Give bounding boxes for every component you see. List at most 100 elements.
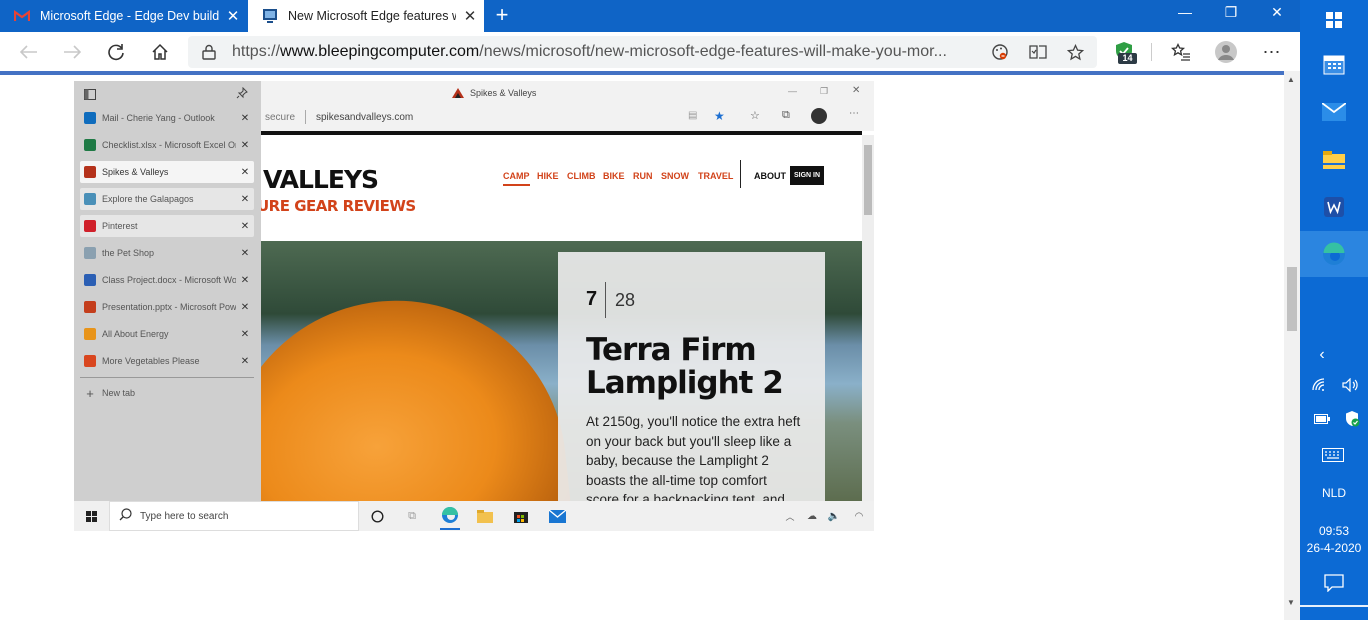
lock-icon[interactable] bbox=[202, 44, 216, 65]
vertical-tab-close-icon: ✕ bbox=[240, 301, 250, 313]
vertical-tab-close-icon: ✕ bbox=[240, 112, 250, 124]
chevron-left-icon[interactable]: ‹ bbox=[1300, 346, 1344, 364]
back-icon[interactable] bbox=[16, 40, 42, 64]
volume-icon[interactable] bbox=[1342, 377, 1360, 395]
tracking-prevention-icon[interactable] bbox=[990, 42, 1010, 62]
favorite-star-icon[interactable] bbox=[1065, 42, 1085, 62]
vertical-tab-title: the Pet Shop bbox=[102, 248, 155, 258]
url-text[interactable]: https://www.bleepingcomputer.com/news/mi… bbox=[232, 43, 947, 61]
vertical-tab-item: Mail - Cherie Yang - Outlook ✕ bbox=[80, 107, 254, 129]
tab-edge-dev[interactable]: Microsoft Edge - Edge Dev build ✕ bbox=[0, 0, 247, 32]
vertical-tab-title: Class Project.docx - Microsoft Word Onli… bbox=[102, 275, 236, 285]
site-nav-divider bbox=[740, 160, 741, 188]
home-icon[interactable] bbox=[147, 40, 173, 64]
clock-time[interactable]: 09:53 bbox=[1300, 524, 1368, 538]
inner-reader-icon: ▤ bbox=[688, 110, 698, 121]
tab-favicon-icon bbox=[84, 220, 96, 232]
forward-icon[interactable] bbox=[59, 40, 85, 64]
vertical-tab-item: Pinterest ✕ bbox=[80, 215, 254, 237]
close-button[interactable]: ✕ bbox=[1254, 0, 1300, 26]
security-shield-icon[interactable] bbox=[1344, 410, 1360, 430]
taskbar-search-placeholder: Type here to search bbox=[140, 510, 229, 522]
wifi-icon[interactable] bbox=[1312, 378, 1328, 395]
minimize-button[interactable]: — bbox=[1162, 0, 1208, 26]
site-nav-travel: TRAVEL bbox=[698, 171, 734, 181]
address-bar[interactable]: https://www.bleepingcomputer.com/news/mi… bbox=[188, 36, 1097, 68]
bleepingcomputer-icon bbox=[262, 8, 278, 24]
article-card: 7 28 Terra Firm Lamplight 2 At 2150g, yo… bbox=[558, 252, 825, 501]
vertical-tab-close-icon: ✕ bbox=[240, 328, 250, 340]
profile-avatar-icon[interactable] bbox=[1213, 40, 1239, 64]
vertical-tab-title: Pinterest bbox=[102, 221, 138, 231]
page-scrollbar[interactable]: ▲ ▼ bbox=[1284, 71, 1300, 620]
tab-title: Microsoft Edge - Edge Dev build bbox=[40, 9, 219, 23]
action-center-icon[interactable] bbox=[1324, 574, 1344, 595]
extension-badge: 14 bbox=[1118, 53, 1137, 64]
spikes-valleys-favicon bbox=[452, 88, 464, 100]
article-image: Mail - Cherie Yang - Outlook ✕ Checklist.x… bbox=[74, 81, 874, 531]
gmail-icon bbox=[14, 8, 30, 24]
windows-taskbar: Type here to search ⧉ ︿ ☁ 🔈 ◠ bbox=[74, 501, 874, 531]
refresh-icon[interactable] bbox=[103, 40, 129, 64]
file-explorer-icon bbox=[475, 506, 495, 526]
tab-active-article[interactable]: New Microsoft Edge features will make yo… bbox=[248, 0, 484, 32]
mail-app-icon[interactable] bbox=[1300, 89, 1368, 135]
onedrive-icon: ☁ bbox=[807, 510, 817, 522]
site-tagline: URE GEAR REVIEWS bbox=[261, 197, 416, 215]
tab-close-icon[interactable]: ✕ bbox=[219, 7, 247, 25]
show-desktop-line bbox=[1300, 605, 1368, 607]
inner-favorites-icon: ☆ bbox=[750, 110, 760, 122]
tab-strip: Microsoft Edge - Edge Dev build ✕ New Mi… bbox=[0, 0, 1300, 32]
hero-image: 7 28 Terra Firm Lamplight 2 At 2150g, yo… bbox=[261, 241, 862, 501]
scroll-down-arrow[interactable]: ▼ bbox=[1287, 598, 1295, 607]
pin-icon bbox=[236, 86, 248, 104]
inner-address-divider bbox=[305, 110, 306, 124]
task-view-icon: ⧉ bbox=[408, 509, 416, 522]
vertical-tab-close-icon: ✕ bbox=[240, 220, 250, 232]
inner-more-icon: ⋯ bbox=[849, 108, 859, 119]
file-explorer-app-icon[interactable] bbox=[1300, 137, 1368, 183]
site-nav-snow: SNOW bbox=[661, 171, 689, 181]
word-app-icon[interactable] bbox=[1300, 184, 1368, 230]
site-about: ABOUT bbox=[754, 171, 786, 181]
windows-start-button[interactable] bbox=[1300, 0, 1368, 40]
calendar-app-icon[interactable] bbox=[1300, 41, 1368, 87]
tab-actions-icon bbox=[84, 87, 96, 105]
vertical-tab-item: Presentation.pptx - Microsoft PowerPoint… bbox=[80, 296, 254, 318]
clock-date[interactable]: 26-4-2020 bbox=[1300, 541, 1368, 555]
vertical-new-tab: + New tab bbox=[80, 382, 254, 404]
site-header: VALLEYS URE GEAR REVIEWS CAMP HIKE CLIMB… bbox=[261, 135, 862, 241]
tab-favicon-icon bbox=[84, 328, 96, 340]
vertical-tabs-divider bbox=[80, 377, 254, 378]
scroll-up-arrow[interactable]: ▲ bbox=[1287, 75, 1295, 84]
keyboard-icon[interactable] bbox=[1322, 448, 1344, 465]
edge-taskbar-icon bbox=[440, 502, 460, 530]
vertical-tab-title: All About Energy bbox=[102, 329, 169, 339]
windows-start-icon bbox=[74, 501, 109, 531]
inner-avatar bbox=[811, 108, 827, 124]
tab-favicon-icon bbox=[84, 112, 96, 124]
vertical-tabs-pane: Mail - Cherie Yang - Outlook ✕ Checklist.x… bbox=[74, 81, 261, 501]
tab-favicon-icon bbox=[84, 301, 96, 313]
tab-close-icon[interactable]: ✕ bbox=[456, 7, 484, 25]
language-indicator[interactable]: NLD bbox=[1300, 486, 1368, 500]
page-scrollbar-thumb[interactable] bbox=[1287, 267, 1297, 331]
favorites-icon[interactable] bbox=[1168, 40, 1194, 64]
tray-chevron-icon: ︿ bbox=[785, 511, 795, 522]
vertical-tab-close-icon: ✕ bbox=[240, 247, 250, 259]
vertical-tab-title: Presentation.pptx - Microsoft PowerPoint… bbox=[102, 302, 236, 312]
new-tab-button[interactable]: + bbox=[490, 4, 514, 28]
card-number-current: 7 bbox=[586, 288, 598, 310]
maximize-button[interactable]: ❐ bbox=[1208, 0, 1254, 26]
edge-app-icon[interactable] bbox=[1300, 231, 1368, 277]
site-nav-run: RUN bbox=[633, 171, 653, 181]
battery-icon[interactable] bbox=[1314, 413, 1330, 427]
immersive-reader-icon[interactable] bbox=[1028, 42, 1048, 62]
inner-minimize-icon: — bbox=[788, 86, 797, 96]
inner-star-icon: ★ bbox=[714, 109, 725, 123]
settings-more-icon[interactable]: ⋯ bbox=[1259, 40, 1285, 64]
tab-favicon-icon bbox=[84, 355, 96, 367]
inner-window-title: Spikes & Valleys bbox=[470, 88, 537, 98]
site-nav-camp: CAMP bbox=[503, 171, 530, 186]
vertical-tab-item: the Pet Shop ✕ bbox=[80, 242, 254, 264]
